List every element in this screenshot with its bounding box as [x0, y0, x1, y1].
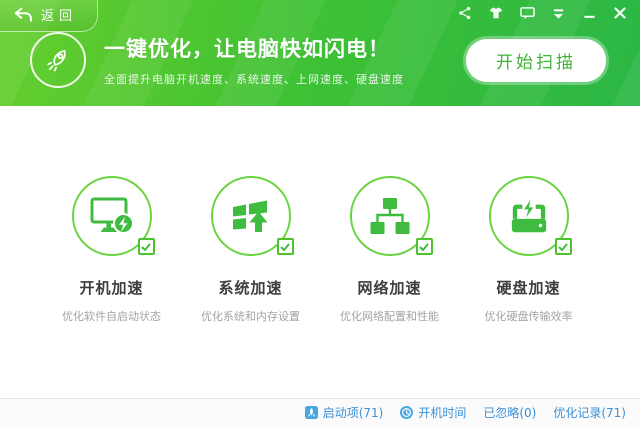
feature-label: 开机加速 [79, 279, 144, 297]
boot-speedup-circle[interactable] [71, 176, 155, 256]
back-button-label: 返回 [41, 9, 78, 24]
back-arrow-icon [13, 7, 33, 22]
feature-grid: 开机加速 优化软件自启动状态 系统加速 优化系统和内存设置 网络加速 优化网络配… [0, 106, 640, 398]
optimize-history-label: 优化记录(71) [553, 406, 626, 420]
close-icon[interactable] [608, 4, 632, 22]
feedback-icon[interactable] [515, 4, 539, 22]
network-speedup-checkbox[interactable] [415, 238, 433, 255]
system-speedup-circle[interactable] [210, 176, 294, 256]
disk-speedup-circle[interactable] [488, 176, 572, 256]
feature-desc: 优化系统和内存设置 [201, 310, 300, 323]
disk-speedup-checkbox[interactable] [554, 238, 572, 255]
optimize-history-link[interactable]: 优化记录(71) [553, 404, 626, 421]
feature-desc: 优化网络配置和性能 [340, 310, 439, 323]
boot-time-link[interactable]: 开机时间 [400, 404, 466, 421]
minimize-icon[interactable] [577, 4, 601, 22]
network-nodes-icon [368, 196, 412, 236]
feature-desc: 优化软件自启动状态 [62, 310, 161, 323]
clock-badge-icon [400, 406, 414, 419]
ignored-link[interactable]: 已忽略(0) [483, 404, 536, 421]
optimizer-window: 返回 一键优化，让电脑快如闪电！ 全面提升电脑开机速度、系统速度、上网速度、硬盘… [0, 0, 640, 426]
feature-boot-speedup: 开机加速 优化软件自启动状态 [51, 176, 172, 398]
boot-speedup-checkbox[interactable] [137, 238, 155, 255]
menu-icon[interactable] [546, 4, 570, 22]
startup-items-link[interactable]: 启动项(71) [304, 404, 384, 421]
disk-bolt-icon [507, 196, 551, 236]
hero-header: 返回 一键优化，让电脑快如闪电！ 全面提升电脑开机速度、系统速度、上网速度、硬盘… [0, 0, 640, 106]
feature-label: 系统加速 [218, 279, 283, 297]
feature-disk-speedup: 硬盘加速 优化硬盘传输效率 [468, 176, 589, 398]
share-icon[interactable] [453, 4, 477, 22]
system-speedup-checkbox[interactable] [276, 238, 294, 255]
windows-up-icon [229, 196, 273, 236]
startup-items-label: 启动项(71) [322, 406, 384, 420]
feature-desc: 优化硬盘传输效率 [484, 310, 573, 323]
feature-system-speedup: 系统加速 优化系统和内存设置 [190, 176, 311, 398]
hero-text: 一键优化，让电脑快如闪电！ 全面提升电脑开机速度、系统速度、上网速度、硬盘速度 [104, 33, 404, 87]
rocket-icon [30, 32, 86, 88]
back-button[interactable]: 返回 [0, 0, 99, 32]
feature-label: 硬盘加速 [496, 279, 561, 297]
rocket-badge-icon [304, 406, 318, 419]
ignored-label: 已忽略(0) [483, 406, 537, 420]
boot-time-label: 开机时间 [418, 406, 467, 420]
hero-subtitle: 全面提升电脑开机速度、系统速度、上网速度、硬盘速度 [104, 73, 404, 86]
skin-icon[interactable] [484, 4, 508, 22]
monitor-bolt-icon [89, 195, 135, 237]
feature-label: 网络加速 [357, 279, 422, 297]
feature-network-speedup: 网络加速 优化网络配置和性能 [329, 176, 450, 398]
status-bar: 启动项(71) 开机时间 已忽略(0) 优化记录(71) [0, 398, 640, 426]
hero-title: 一键优化，让电脑快如闪电！ [104, 37, 390, 61]
start-scan-button[interactable]: 开始扫描 [466, 38, 606, 82]
network-speedup-circle[interactable] [349, 176, 433, 256]
window-controls [453, 4, 632, 22]
